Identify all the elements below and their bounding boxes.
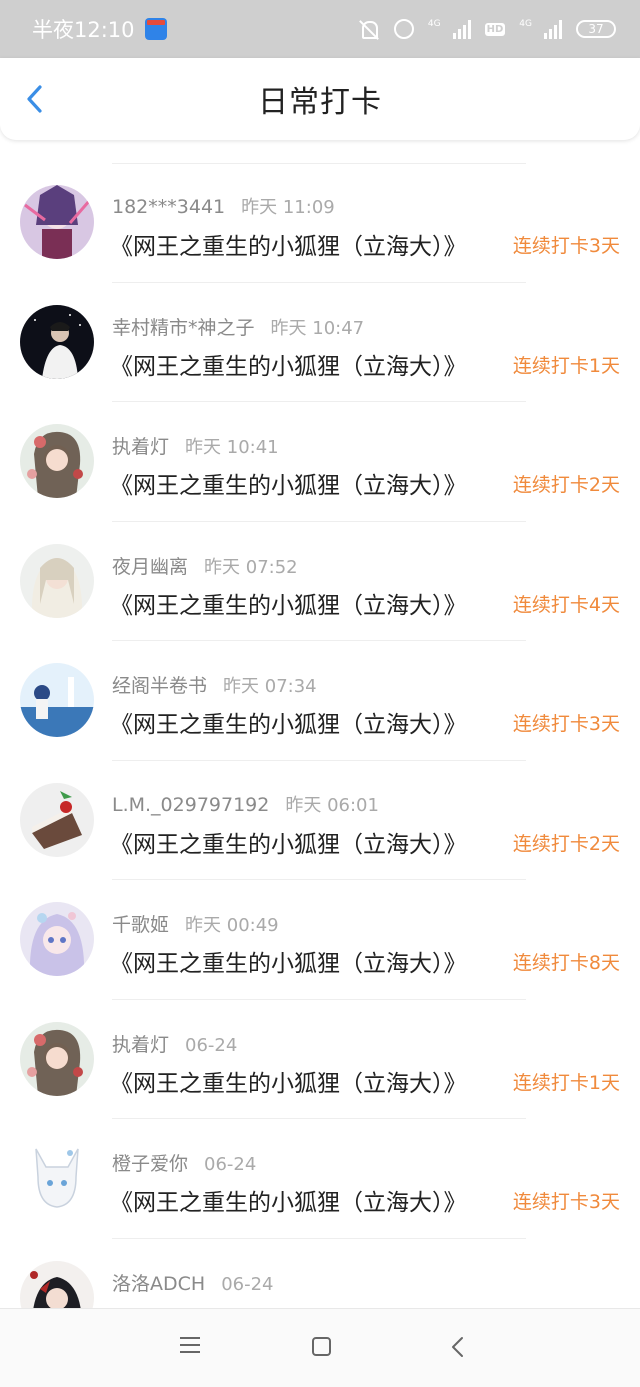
streak-badge: 连续打卡4天: [512, 593, 620, 616]
username[interactable]: 洛洛ADCH: [112, 1273, 205, 1295]
username[interactable]: L.M._029797192: [112, 794, 269, 816]
book-title[interactable]: 《网王之重生的小狐狸（立海大）》: [110, 944, 467, 978]
network-type-label: 4G: [427, 19, 441, 29]
book-title[interactable]: 《网王之重生的小狐狸（立海大）》: [110, 705, 467, 739]
system-nav-bar: [0, 1308, 640, 1387]
user-line: 千歌姬 昨天 00:49: [112, 910, 279, 937]
mute-icon: [358, 19, 380, 39]
page-title: 日常打卡: [258, 85, 382, 120]
user-line: L.M._029797192 昨天 06:01: [112, 791, 379, 817]
checkin-time: 昨天 07:52: [204, 556, 298, 578]
avatar[interactable]: [20, 543, 94, 618]
avatar[interactable]: [20, 185, 94, 259]
username[interactable]: 182***3441: [112, 196, 225, 218]
checkin-time: 06-24: [204, 1154, 257, 1175]
list-item[interactable]: 幸村精市*神之子 昨天 10:47 《网王之重生的小狐狸（立海大）》 连续打卡1天: [0, 283, 640, 403]
user-line: 经阁半卷书 昨天 07:34: [112, 671, 317, 698]
username[interactable]: 执着灯: [112, 436, 169, 458]
battery-icon: 37: [576, 20, 616, 38]
book-title[interactable]: 《网王之重生的小狐狸（立海大）》: [110, 227, 467, 261]
list-item[interactable]: L.M._029797192 昨天 06:01 《网王之重生的小狐狸（立海大）》 连续…: [0, 761, 640, 881]
list-item[interactable]: 橙子爱你 06-24 《网王之重生的小狐狸（立海大）》 连续打卡3天: [0, 1119, 640, 1239]
username[interactable]: 执着灯: [112, 1034, 169, 1056]
user-line: 执着灯 06-24: [112, 1030, 237, 1057]
avatar[interactable]: [20, 663, 94, 737]
checkin-time: 昨天 10:41: [185, 437, 279, 458]
avatar[interactable]: [20, 1021, 94, 1096]
streak-badge: 连续打卡1天: [512, 1071, 620, 1094]
back-nav-icon[interactable]: [448, 1335, 468, 1359]
avatar[interactable]: [20, 304, 94, 379]
avatar[interactable]: [20, 902, 94, 976]
user-line: 执着灯 昨天 10:41: [112, 432, 279, 459]
screen: 半夜12:10 4G HD 4G 37 日常打卡 182***3441 昨天 11…: [0, 0, 640, 1387]
book-title[interactable]: 《网王之重生的小狐狸（立海大）》: [110, 1064, 467, 1098]
list-item[interactable]: 经阁半卷书 昨天 07:34 《网王之重生的小狐狸（立海大）》 连续打卡3天: [0, 641, 640, 761]
user-line: 洛洛ADCH 06-24: [112, 1269, 274, 1296]
streak-badge: 连续打卡3天: [512, 713, 620, 735]
status-bar: 半夜12:10 4G HD 4G 37: [0, 0, 640, 58]
checkin-time: 昨天 00:49: [185, 915, 279, 936]
username[interactable]: 经阁半卷书: [112, 675, 207, 697]
avatar[interactable]: [20, 424, 94, 498]
menu-icon[interactable]: [180, 1337, 200, 1355]
network-type-label-2: 4G: [519, 19, 532, 29]
book-title[interactable]: 《网王之重生的小狐狸（立海大）》: [110, 825, 467, 859]
user-line: 夜月幽离 昨天 07:52: [112, 552, 298, 579]
username[interactable]: 橙子爱你: [112, 1153, 188, 1175]
list-item[interactable]: 夜月幽离 昨天 07:52 《网王之重生的小狐狸（立海大）》 连续打卡4天: [0, 522, 640, 642]
checkin-time: 06-24: [221, 1273, 274, 1295]
checkin-time: 昨天 11:09: [241, 197, 335, 218]
user-line: 幸村精市*神之子 昨天 10:47: [112, 313, 364, 340]
streak-badge: 连续打卡2天: [512, 474, 620, 496]
streak-badge: 连续打卡3天: [512, 235, 620, 257]
list-item[interactable]: 执着灯 06-24 《网王之重生的小狐狸（立海大）》 连续打卡1天: [0, 1000, 640, 1120]
checkin-list: 182***3441 昨天 11:09 《网王之重生的小狐狸（立海大）》 连续打卡3天…: [0, 163, 640, 1358]
book-title[interactable]: 《网王之重生的小狐狸（立海大）》: [110, 466, 467, 500]
username[interactable]: 幸村精市*神之子: [112, 317, 255, 339]
streak-badge: 连续打卡1天: [512, 354, 620, 377]
book-title[interactable]: 《网王之重生的小狐狸（立海大）》: [110, 1183, 467, 1217]
book-title[interactable]: 《网王之重生的小狐狸（立海大）》: [110, 586, 467, 620]
user-line: 橙子爱你 06-24: [112, 1149, 256, 1176]
avatar[interactable]: [20, 782, 94, 857]
signal-icon-2: [544, 19, 562, 39]
hd-icon: HD: [484, 22, 506, 36]
home-icon[interactable]: [312, 1337, 331, 1356]
title-bar: 日常打卡: [0, 58, 640, 140]
app-notification-icon: [144, 18, 167, 40]
chevron-left-icon[interactable]: [22, 84, 52, 114]
username[interactable]: 夜月幽离: [112, 556, 188, 578]
streak-badge: 连续打卡2天: [512, 832, 620, 855]
status-time: 半夜12:10: [32, 18, 135, 42]
book-title[interactable]: 《网王之重生的小狐狸（立海大）》: [110, 347, 467, 381]
alarm-icon: [393, 19, 414, 39]
streak-badge: 连续打卡8天: [512, 952, 620, 974]
signal-icon: [452, 19, 471, 39]
status-icons: 4G HD 4G 37: [358, 19, 616, 39]
user-line: 182***3441 昨天 11:09: [112, 193, 335, 219]
streak-badge: 连续打卡3天: [512, 1191, 620, 1213]
username[interactable]: 千歌姬: [112, 914, 169, 936]
checkin-time: 昨天 10:47: [270, 317, 365, 339]
checkin-time: 昨天 06:01: [285, 794, 379, 816]
checkin-time: 昨天 07:34: [223, 676, 317, 697]
list-item[interactable]: 182***3441 昨天 11:09 《网王之重生的小狐狸（立海大）》 连续打卡3天: [0, 163, 640, 283]
checkin-time: 06-24: [185, 1034, 238, 1056]
battery-level: 37: [588, 22, 604, 36]
avatar[interactable]: [20, 1141, 94, 1215]
list-item[interactable]: 执着灯 昨天 10:41 《网王之重生的小狐狸（立海大）》 连续打卡2天: [0, 402, 640, 522]
list-item[interactable]: 千歌姬 昨天 00:49 《网王之重生的小狐狸（立海大）》 连续打卡8天: [0, 880, 640, 1000]
